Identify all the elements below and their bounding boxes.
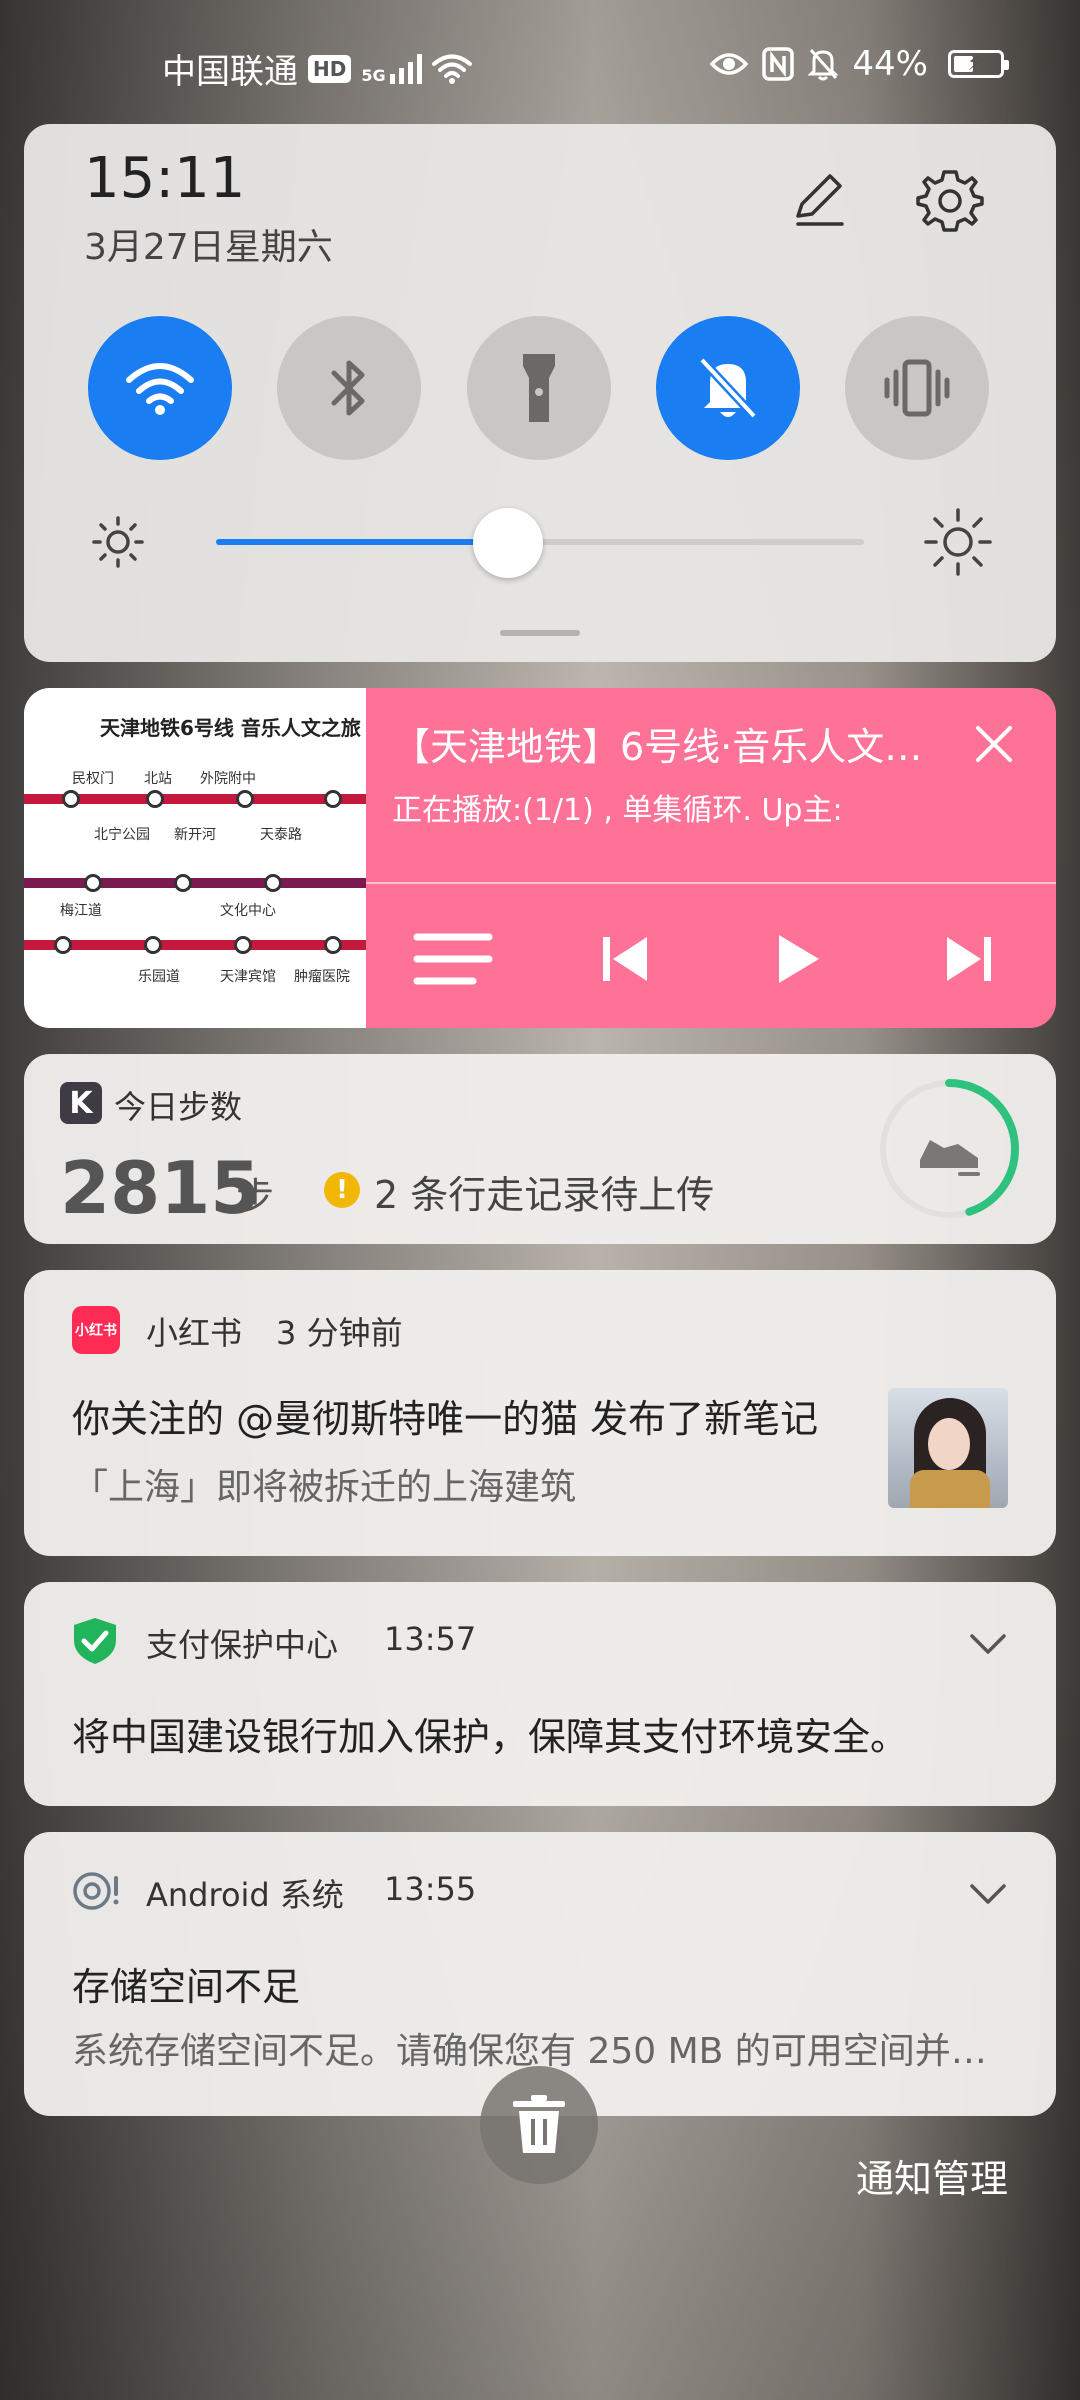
battery-icon: ⚡ bbox=[948, 50, 1009, 78]
brightness-high-icon bbox=[924, 508, 992, 576]
metro-line bbox=[24, 878, 366, 888]
playlist-button[interactable] bbox=[408, 914, 498, 1004]
wifi-icon bbox=[126, 363, 194, 415]
wifi-toggle[interactable] bbox=[88, 316, 232, 460]
vibrate-icon bbox=[884, 359, 950, 417]
eye-icon bbox=[710, 53, 749, 75]
skip-previous-icon bbox=[603, 937, 647, 981]
xiaohongshu-app-name: 小红书 bbox=[146, 1314, 243, 1352]
steps-count: 2815 bbox=[60, 1146, 261, 1230]
chevron-down-icon[interactable] bbox=[966, 1872, 1010, 1916]
station-label: 外院附中 bbox=[200, 771, 256, 787]
flashlight-icon bbox=[523, 354, 555, 422]
xiaohongshu-app-icon: 小红书 bbox=[72, 1306, 120, 1354]
skip-next-icon bbox=[947, 937, 991, 981]
xiaohongshu-thumbnail bbox=[888, 1388, 1008, 1508]
station-label: 天泰路 bbox=[260, 827, 302, 843]
quick-settings-panel: 15:11 3月27日星期六 bbox=[24, 124, 1056, 662]
brightness-low-icon bbox=[92, 516, 144, 568]
play-button[interactable] bbox=[752, 914, 842, 1004]
flashlight-toggle[interactable] bbox=[467, 316, 611, 460]
station-label: 梅江道 bbox=[60, 903, 102, 919]
steps-app-name: 今日步数 bbox=[114, 1088, 243, 1126]
vibrate-toggle[interactable] bbox=[845, 316, 989, 460]
steps-progress-ring bbox=[879, 1079, 1019, 1219]
battery-percent: 44% bbox=[852, 44, 928, 84]
station-label: 北站 bbox=[144, 771, 172, 787]
xiaohongshu-time: 3 分钟前 bbox=[276, 1314, 403, 1352]
bluetooth-toggle[interactable] bbox=[277, 316, 421, 460]
album-art: 天津地铁6号线 音乐人文之旅 民权门 北站 外院附中 北宁公园 新开河 天泰路 … bbox=[24, 688, 366, 1028]
bluetooth-icon bbox=[331, 360, 365, 416]
xiaohongshu-title: 你关注的 @曼彻斯特唯一的猫 发布了新笔记 bbox=[72, 1397, 819, 1441]
status-left: 中国联通 HD 5G bbox=[162, 44, 472, 93]
close-icon[interactable] bbox=[972, 722, 1016, 766]
storage-alert-icon bbox=[73, 1872, 119, 1910]
hd-badge: HD bbox=[308, 54, 352, 83]
payment-app-name: 支付保护中心 bbox=[146, 1626, 339, 1664]
station-label: 肿瘤医院 bbox=[294, 969, 350, 985]
media-title: 【天津地铁】6号线·音乐人文之旅 bbox=[392, 725, 952, 769]
android-app-name: Android 系统 bbox=[146, 1876, 344, 1914]
station-label: 北宁公园 bbox=[94, 827, 150, 843]
clear-all-button[interactable] bbox=[480, 2066, 598, 2184]
media-notification[interactable]: 天津地铁6号线 音乐人文之旅 民权门 北站 外院附中 北宁公园 新开河 天泰路 … bbox=[24, 688, 1056, 1028]
media-divider bbox=[366, 882, 1056, 884]
settings-gear-icon[interactable] bbox=[914, 164, 986, 236]
wifi-status-icon bbox=[431, 54, 472, 84]
trash-icon bbox=[513, 2095, 565, 2153]
next-track-button[interactable] bbox=[924, 914, 1014, 1004]
shoe-icon bbox=[920, 1140, 980, 1176]
media-info: 【天津地铁】6号线·音乐人文之旅 正在播放:(1/1) , 单集循环. Up主: bbox=[392, 716, 952, 829]
mute-toggle[interactable] bbox=[656, 316, 800, 460]
station-label: 天津宾馆 bbox=[220, 969, 276, 985]
clock-time[interactable]: 15:11 bbox=[84, 146, 245, 211]
bell-off-icon bbox=[698, 356, 758, 420]
station-label: 乐园道 bbox=[138, 969, 180, 985]
edit-pencil-icon[interactable] bbox=[782, 164, 854, 236]
previous-track-button[interactable] bbox=[580, 914, 670, 1004]
album-art-title: 天津地铁6号线 音乐人文之旅 bbox=[100, 716, 361, 740]
bell-off-status-icon bbox=[808, 49, 839, 81]
payment-title: 将中国建设银行加入保护，保障其支付环境安全。 bbox=[72, 1715, 909, 1759]
xiaohongshu-body: 「上海」即将被拆迁的上海建筑 bbox=[72, 1467, 577, 1508]
cellular-signal-icon: 5G bbox=[361, 53, 422, 85]
media-subtitle: 正在播放:(1/1) , 单集循环. Up主: bbox=[392, 793, 843, 828]
play-icon bbox=[779, 935, 819, 983]
android-title: 存储空间不足 bbox=[72, 1965, 301, 2009]
clock-date[interactable]: 3月27日星期六 bbox=[84, 218, 333, 270]
warning-icon: ! bbox=[324, 1172, 360, 1208]
notification-management-link[interactable]: 通知管理 bbox=[856, 2148, 1008, 2203]
keep-app-icon: K bbox=[60, 1082, 102, 1124]
payment-time: 13:57 bbox=[384, 1620, 477, 1658]
playlist-icon bbox=[413, 933, 493, 985]
metro-line bbox=[24, 940, 366, 950]
brightness-slider-thumb[interactable] bbox=[473, 508, 543, 578]
shield-check-icon bbox=[74, 1618, 116, 1664]
brightness-slider-fill bbox=[216, 539, 508, 545]
network-type: 5G bbox=[361, 65, 386, 85]
panel-drag-handle[interactable] bbox=[500, 630, 580, 636]
carrier-name: 中国联通 bbox=[162, 52, 298, 92]
xiaohongshu-notification[interactable]: 小红书 小红书 3 分钟前 你关注的 @曼彻斯特唯一的猫 发布了新笔记 「上海」… bbox=[24, 1270, 1056, 1556]
payment-protection-notification[interactable]: 支付保护中心 13:57 将中国建设银行加入保护，保障其支付环境安全。 bbox=[24, 1582, 1056, 1806]
steps-notification[interactable]: K 今日步数 2815 步 ! 2 条行走记录待上传 bbox=[24, 1054, 1056, 1244]
status-bar: 中国联通 HD 5G 44% ⚡ bbox=[0, 0, 1080, 120]
station-label: 民权门 bbox=[72, 771, 114, 787]
station-label: 文化中心 bbox=[220, 903, 276, 919]
steps-unit: 步 bbox=[236, 1175, 275, 1219]
nfc-icon bbox=[762, 47, 795, 81]
chevron-down-icon[interactable] bbox=[966, 1622, 1010, 1666]
station-label: 新开河 bbox=[174, 827, 216, 843]
android-time: 13:55 bbox=[384, 1870, 477, 1908]
steps-message: 2 条行走记录待上传 bbox=[374, 1173, 715, 1217]
status-right: 44% ⚡ bbox=[710, 44, 1009, 84]
